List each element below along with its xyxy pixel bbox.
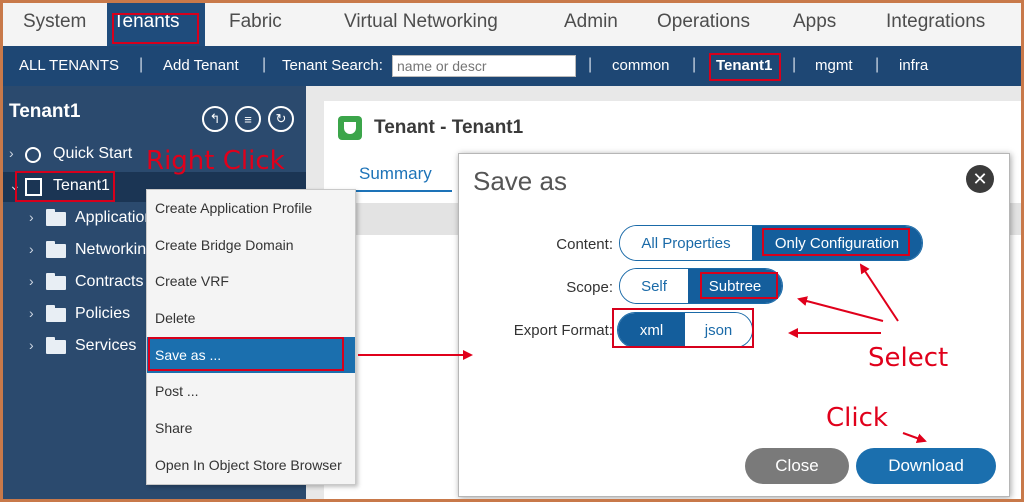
menu-item-open-object-store-browser[interactable]: Open In Object Store Browser [147, 447, 355, 483]
annotation-select: Select [868, 343, 949, 373]
folder-icon [46, 305, 66, 322]
folder-icon [46, 337, 66, 354]
chevron-right-icon: › [29, 273, 34, 289]
tab-summary[interactable]: Summary [359, 164, 432, 184]
tab-admin[interactable]: Admin [564, 11, 618, 33]
menu-item-share[interactable]: Share [147, 410, 355, 446]
context-menu: Create Application Profile Create Bridge… [146, 189, 356, 485]
tab-fabric[interactable]: Fabric [229, 11, 282, 33]
folder-icon [46, 273, 66, 290]
tenant-link-infra[interactable]: infra [899, 57, 928, 74]
format-option-json[interactable]: json [685, 313, 752, 347]
export-format-toggle: xml json [617, 312, 753, 348]
sidebar-item-label: Services [75, 337, 137, 354]
tab-summary-underline [342, 190, 452, 192]
save-as-dialog: Save as ✕ Content: All Properties Only C… [458, 153, 1010, 497]
top-nav: System Tenants Fabric Virtual Networking… [3, 3, 1021, 47]
close-icon[interactable]: ✕ [966, 165, 994, 193]
dialog-title: Save as [473, 166, 567, 196]
shield-icon [338, 116, 362, 140]
chevron-down-icon: ⌄ [9, 177, 21, 193]
sidebar-item-label: Policies [75, 305, 131, 322]
sidebar-title: Tenant1 [9, 101, 81, 122]
separator: | [262, 56, 267, 73]
quick-start-icon [25, 147, 41, 163]
folder-icon [46, 209, 66, 226]
sidebar-item-label: Quick Start [53, 145, 133, 162]
chevron-right-icon: › [9, 145, 14, 161]
tab-integrations[interactable]: Integrations [886, 11, 985, 33]
tab-apps[interactable]: Apps [793, 11, 836, 33]
content-toggle: All Properties Only Configuration [619, 225, 923, 261]
chevron-right-icon: › [29, 337, 34, 353]
separator: | [875, 56, 880, 73]
refresh-icon[interactable]: ↻ [268, 106, 294, 132]
tab-tenants[interactable]: Tenants [107, 3, 205, 46]
sidebar-item-label: Application [75, 209, 154, 226]
sidebar-item-label: Tenant1 [53, 177, 110, 194]
separator: | [692, 56, 697, 73]
pin-icon[interactable]: ↰ [202, 106, 228, 132]
content-label: Content: [556, 236, 613, 253]
all-tenants-link[interactable]: ALL TENANTS [19, 57, 119, 74]
annotation-right-click: Right Click [146, 146, 285, 176]
content-option-only-configuration[interactable]: Only Configuration [752, 226, 922, 260]
menu-item-create-application-profile[interactable]: Create Application Profile [147, 190, 355, 226]
annotation-click: Click [826, 403, 888, 433]
tab-operations[interactable]: Operations [657, 11, 750, 33]
export-format-label: Export Format: [513, 322, 613, 339]
format-option-xml[interactable]: xml [618, 313, 685, 347]
tenant-search-label: Tenant Search: [282, 57, 383, 74]
chevron-right-icon: › [29, 209, 34, 225]
content-option-all-properties[interactable]: All Properties [620, 226, 752, 260]
add-tenant-link[interactable]: Add Tenant [163, 57, 239, 74]
page-title: Tenant - Tenant1 [374, 117, 524, 138]
list-view-icon[interactable]: ≡ [235, 106, 261, 132]
chevron-right-icon: › [29, 241, 34, 257]
menu-item-delete[interactable]: Delete [147, 300, 355, 336]
menu-item-create-vrf[interactable]: Create VRF [147, 263, 355, 299]
tenant-link-tenant1[interactable]: Tenant1 [716, 57, 772, 74]
building-icon [25, 178, 42, 196]
scope-option-self[interactable]: Self [620, 269, 688, 303]
tenant-link-mgmt[interactable]: mgmt [815, 57, 853, 74]
download-button[interactable]: Download [856, 448, 996, 484]
tenant-link-common[interactable]: common [612, 57, 670, 74]
separator: | [792, 56, 797, 73]
tenant-search-input[interactable] [392, 55, 576, 77]
scope-label: Scope: [566, 279, 613, 296]
scope-option-subtree[interactable]: Subtree [688, 269, 782, 303]
separator: | [139, 56, 144, 73]
close-button[interactable]: Close [745, 448, 849, 484]
menu-item-save-as[interactable]: Save as ... [147, 337, 355, 373]
scope-toggle: Self Subtree [619, 268, 783, 304]
screenshot-frame: System Tenants Fabric Virtual Networking… [0, 0, 1024, 502]
tab-virtual-networking[interactable]: Virtual Networking [344, 11, 498, 33]
tenant-subnav: ALL TENANTS | Add Tenant | Tenant Search… [3, 46, 1021, 86]
separator: | [588, 56, 593, 73]
menu-item-post[interactable]: Post ... [147, 373, 355, 409]
tab-system[interactable]: System [23, 11, 86, 33]
menu-item-create-bridge-domain[interactable]: Create Bridge Domain [147, 227, 355, 263]
folder-icon [46, 241, 66, 258]
sidebar-item-label: Contracts [75, 273, 144, 290]
sidebar-item-label: Networking [75, 241, 156, 258]
chevron-right-icon: › [29, 305, 34, 321]
